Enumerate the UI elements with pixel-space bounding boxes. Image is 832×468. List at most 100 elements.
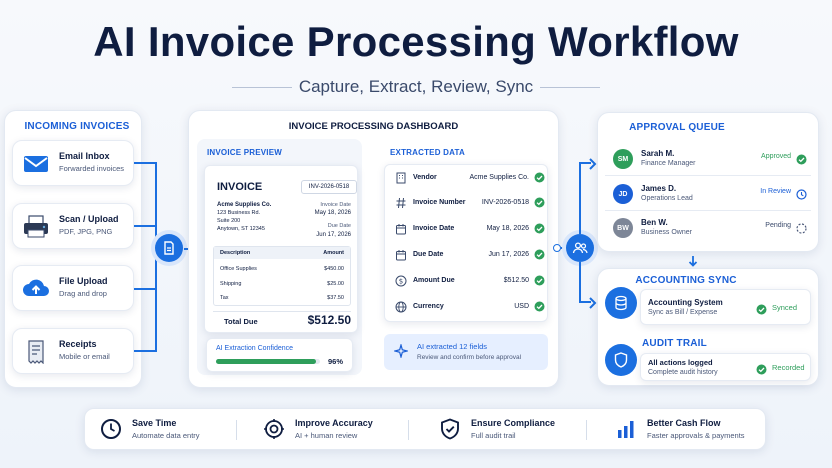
- field-value: $512.50: [503, 277, 529, 284]
- line-amount: $25.00: [327, 281, 344, 287]
- source-file-upload[interactable]: File Upload Drag and drop: [12, 265, 134, 311]
- divider: [408, 420, 409, 440]
- check-circle-icon: [534, 223, 545, 234]
- audit-card[interactable]: All actions logged Complete audit histor…: [640, 353, 811, 381]
- field-label: Vendor: [413, 174, 437, 181]
- confidence-value: 96%: [328, 357, 344, 366]
- connector-line: [579, 262, 581, 302]
- source-scan-upload[interactable]: Scan / Upload PDF, JPG, PNG: [12, 203, 134, 249]
- source-title: Email Inbox: [59, 151, 110, 161]
- approval-heading: APPROVAL QUEUE: [629, 122, 725, 133]
- source-sub: Forwarded invoices: [59, 164, 125, 173]
- source-receipts[interactable]: Receipts Mobile or email: [12, 328, 134, 374]
- clock-icon: [100, 418, 122, 440]
- line-desc: Tax: [220, 295, 229, 301]
- accounting-sub: Sync as Bill / Expense: [648, 309, 718, 316]
- vendor-address: 123 Business Rd.: [217, 210, 261, 216]
- source-title: File Upload: [59, 276, 108, 286]
- dollar-icon: $: [395, 275, 407, 287]
- cloud-upload-icon: [22, 277, 50, 301]
- avatar: JD: [613, 184, 633, 204]
- total-label: Total Due: [224, 317, 258, 326]
- line-desc: Shipping: [220, 281, 242, 287]
- field-value: Jun 17, 2026: [488, 251, 529, 258]
- due-date-label: Due Date: [327, 223, 351, 229]
- sync-status: Synced: [772, 303, 798, 312]
- divider: [213, 311, 351, 312]
- vendor-address: Anytown, ST 12345: [217, 226, 265, 232]
- check-circle-icon: [534, 249, 545, 260]
- extracted-heading: EXTRACTED DATA: [390, 148, 465, 157]
- check-circle-icon: [756, 302, 767, 320]
- connector-dot: [553, 244, 561, 252]
- approver-name: James D.: [641, 184, 677, 193]
- pending-icon: [796, 221, 807, 234]
- approval-row-sarah[interactable]: SM Sarah M. Finance Manager Approved: [613, 147, 807, 177]
- check-circle-icon: [534, 275, 545, 286]
- sparkle-icon: [392, 342, 410, 363]
- approver-role: Finance Manager: [641, 160, 696, 167]
- check-circle-icon: [534, 197, 545, 208]
- check-circle-icon: [534, 172, 545, 183]
- source-title: Scan / Upload: [59, 214, 119, 224]
- shield-icon: [605, 344, 637, 376]
- confidence-bar-track: [216, 359, 320, 364]
- invoice-number-box: INV-2026-0518: [301, 180, 357, 194]
- bar-chart-icon: [615, 418, 637, 440]
- divider: [605, 175, 811, 176]
- benefit-title: Improve Accuracy: [295, 418, 373, 428]
- field-invoice-date[interactable]: Invoice Date May 18, 2026: [395, 223, 545, 236]
- invoice-date-label: Invoice Date: [320, 202, 351, 208]
- col-amount: Amount: [323, 250, 344, 256]
- ai-note-card: AI extracted 12 fields Review and confir…: [384, 334, 548, 370]
- invoice-date: May 18, 2026: [314, 210, 351, 216]
- field-value: INV-2026-0518: [481, 199, 529, 206]
- field-label: Currency: [413, 303, 444, 310]
- divider: [586, 420, 587, 440]
- line-amount: $450.00: [324, 266, 344, 272]
- approver-name: Sarah M.: [641, 149, 675, 158]
- audit-title: All actions logged: [648, 358, 713, 367]
- document-node-icon: [155, 234, 183, 262]
- dashboard-heading: INVOICE PROCESSING DASHBOARD: [288, 121, 459, 132]
- ai-note-sub: Review and confirm before approval: [417, 354, 522, 361]
- benefit-sub: Automate data entry: [132, 431, 200, 440]
- invoice-document[interactable]: INVOICE INV-2026-0518 Acme Supplies Co. …: [204, 165, 358, 333]
- benefit-sub: Full audit trail: [471, 431, 516, 440]
- shield-check-icon: [439, 418, 461, 440]
- divider: [236, 420, 237, 440]
- field-currency[interactable]: Currency USD: [395, 301, 545, 314]
- receipt-icon: [22, 340, 50, 365]
- approver-name: Ben W.: [641, 218, 668, 227]
- avatar: SM: [613, 149, 633, 169]
- connector-line: [134, 162, 156, 164]
- field-vendor[interactable]: Vendor Acme Supplies Co.: [395, 172, 545, 185]
- field-amount-due[interactable]: $ Amount Due $512.50: [395, 275, 545, 288]
- check-circle-icon: [796, 152, 807, 165]
- source-title: Receipts: [59, 339, 97, 349]
- approval-list: SM Sarah M. Finance Manager Approved JD …: [605, 144, 811, 244]
- svg-text:$: $: [399, 278, 403, 286]
- approval-row-james[interactable]: JD James D. Operations Lead In Review: [613, 182, 807, 212]
- field-invoice-number[interactable]: Invoice Number INV-2026-0518: [395, 197, 545, 210]
- accounting-system-card[interactable]: Accounting System Sync as Bill / Expense…: [640, 289, 811, 325]
- connector-line: [134, 350, 156, 352]
- field-due-date[interactable]: Due Date Jun 17, 2026: [395, 249, 545, 262]
- calendar-icon: [395, 249, 407, 261]
- database-icon: [605, 287, 637, 319]
- check-circle-icon: [756, 362, 767, 380]
- audit-status: Recorded: [772, 363, 805, 372]
- line-items-table: Description Amount Office Supplies $450.…: [213, 246, 351, 306]
- approval-row-ben[interactable]: BW Ben W. Business Owner Pending: [613, 216, 807, 246]
- source-email-inbox[interactable]: Email Inbox Forwarded invoices: [12, 140, 134, 186]
- confidence-label: AI Extraction Confidence: [216, 345, 294, 352]
- hash-icon: [395, 197, 407, 209]
- vendor-address: Suite 200: [217, 218, 241, 224]
- benefit-sub: AI + human review: [295, 431, 358, 440]
- page-subtitle: Capture, Extract, Review, Sync: [298, 77, 534, 96]
- extracted-fields-card: Vendor Acme Supplies Co. Invoice Number …: [384, 164, 548, 322]
- accounting-heading: ACCOUNTING SYNC: [635, 275, 737, 286]
- connector-line: [134, 225, 156, 227]
- approval-status: Pending: [765, 222, 791, 229]
- source-sub: Mobile or email: [59, 352, 110, 361]
